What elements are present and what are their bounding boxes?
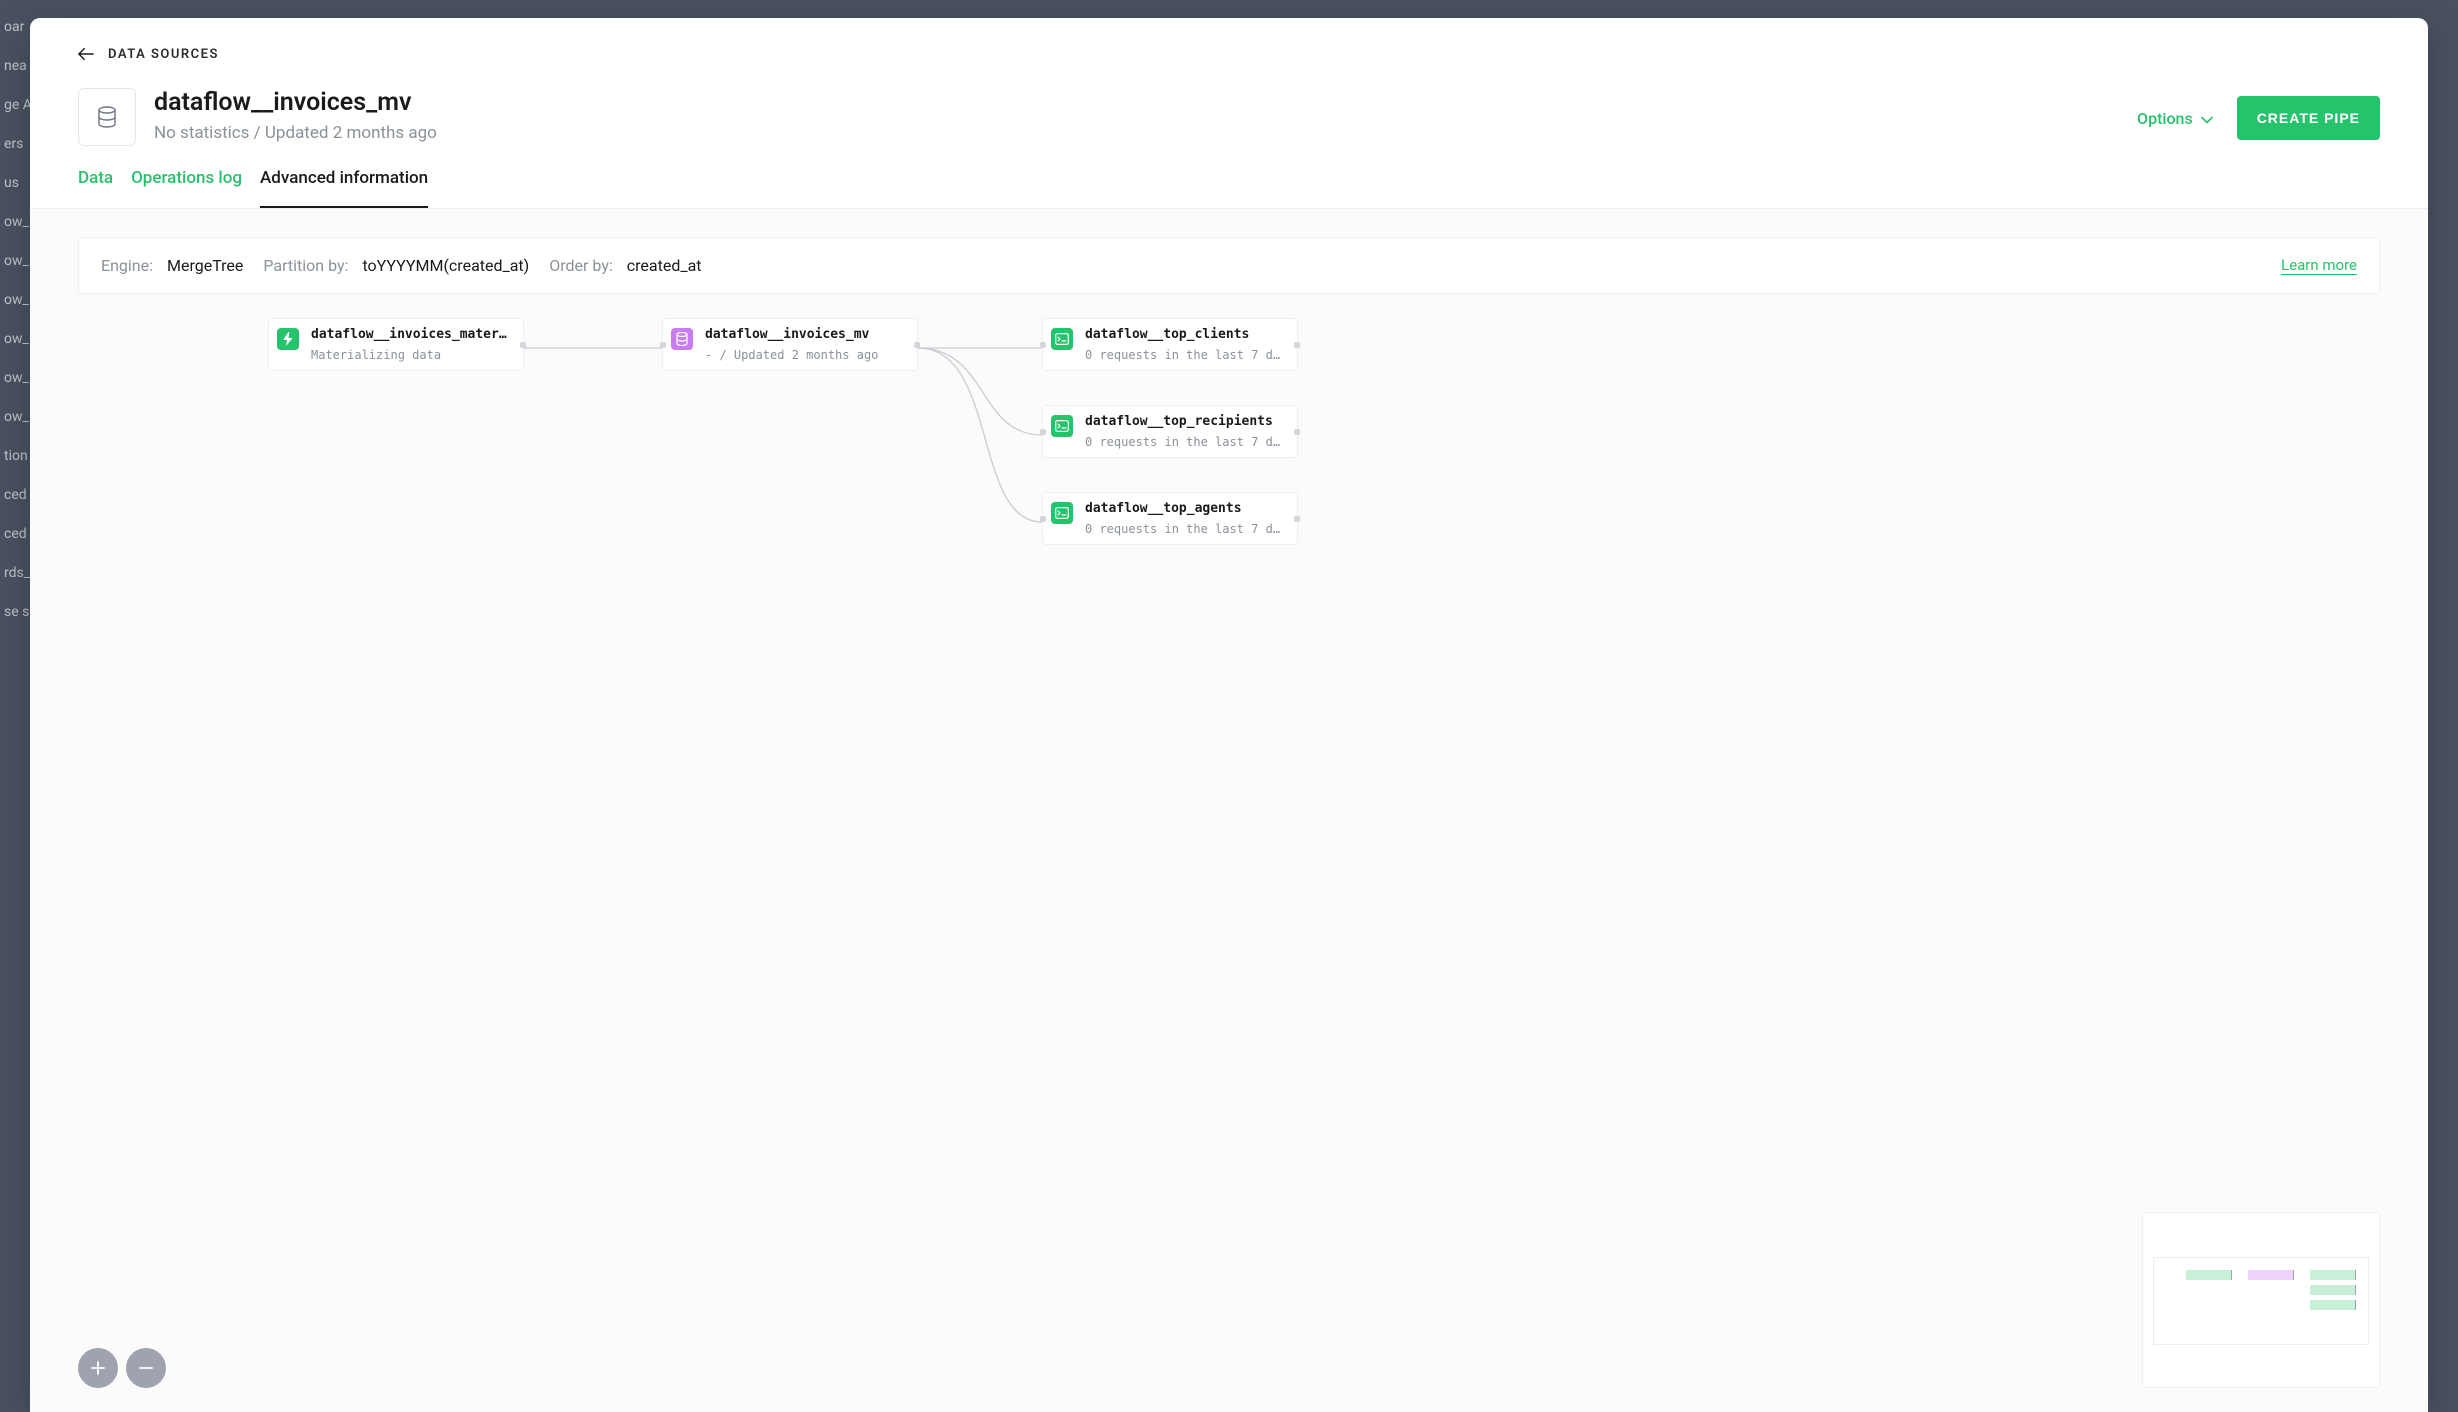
partition-value: toYYYYMM(created_at) [362,256,529,275]
minimap-viewport [2153,1257,2369,1345]
learn-more-link[interactable]: Learn more [2281,256,2357,275]
node-subtitle: - / Updated 2 months ago [705,348,907,362]
order-key: Order by: [549,256,613,275]
minimap[interactable] [2142,1212,2380,1388]
background-right [2428,0,2458,1412]
node-port [1040,429,1046,435]
engine-info-bar: Engine: MergeTree Partition by: toYYYYMM… [78,237,2380,294]
options-dropdown[interactable]: Options [2137,109,2213,128]
modal-header: DATA SOURCES dataflow__invoices_mv No st… [30,18,2428,168]
node-title: dataflow__top_clients [1085,327,1287,342]
node-subtitle: 0 requests in the last 7 days [1085,522,1287,536]
node-port [1040,342,1046,348]
page-title: dataflow__invoices_mv [154,88,437,117]
back-arrow-icon[interactable] [78,46,94,62]
node-subtitle: 0 requests in the last 7 days [1085,435,1287,449]
title-row: dataflow__invoices_mv No statistics / Up… [78,88,2380,146]
page-subtitle: No statistics / Updated 2 months ago [154,123,437,143]
node-top-agents[interactable]: dataflow__top_agents 0 requests in the l… [1042,492,1298,545]
tabs: Data Operations log Advanced information [30,168,2428,209]
node-top-clients[interactable]: dataflow__top_clients 0 requests in the … [1042,318,1298,371]
node-port [1294,516,1300,522]
datasource-icon [78,88,136,146]
node-subtitle: 0 requests in the last 7 days [1085,348,1287,362]
node-title: dataflow__invoices_materialization [311,327,513,342]
node-port [1040,516,1046,522]
content-area: Engine: MergeTree Partition by: toYYYYMM… [30,209,2428,1412]
partition-key: Partition by: [263,256,348,275]
terminal-icon [1051,328,1073,350]
node-port [1294,429,1300,435]
terminal-icon [1051,415,1073,437]
node-invoices-mv[interactable]: dataflow__invoices_mv - / Updated 2 mont… [662,318,918,371]
node-port [520,342,526,348]
zoom-controls [78,1348,166,1388]
node-title: dataflow__invoices_mv [705,327,907,342]
zoom-out-button[interactable] [126,1348,166,1388]
node-top-recipients[interactable]: dataflow__top_recipients 0 requests in t… [1042,405,1298,458]
node-port [660,342,666,348]
node-title: dataflow__top_agents [1085,501,1287,516]
engine-key: Engine: [101,256,153,275]
database-icon [671,328,693,350]
engine-value: MergeTree [167,256,243,275]
lineage-graph[interactable]: dataflow__invoices_materialization Mater… [78,318,2380,618]
node-title: dataflow__top_recipients [1085,414,1287,429]
order-value: created_at [627,256,702,275]
tab-advanced-information[interactable]: Advanced information [260,168,428,208]
data-source-modal: DATA SOURCES dataflow__invoices_mv No st… [30,18,2428,1412]
options-label: Options [2137,109,2193,128]
chevron-down-icon [2201,109,2213,128]
tab-data[interactable]: Data [78,168,113,208]
terminal-icon [1051,502,1073,524]
breadcrumb-label: DATA SOURCES [108,47,219,62]
tab-operations-log[interactable]: Operations log [131,168,242,208]
node-materialization[interactable]: dataflow__invoices_materialization Mater… [268,318,524,371]
create-pipe-button[interactable]: CREATE PIPE [2237,96,2380,140]
breadcrumb[interactable]: DATA SOURCES [78,46,2380,62]
zoom-in-button[interactable] [78,1348,118,1388]
node-port [914,342,920,348]
bolt-icon [277,328,299,350]
node-port [1294,342,1300,348]
node-subtitle: Materializing data [311,348,513,362]
